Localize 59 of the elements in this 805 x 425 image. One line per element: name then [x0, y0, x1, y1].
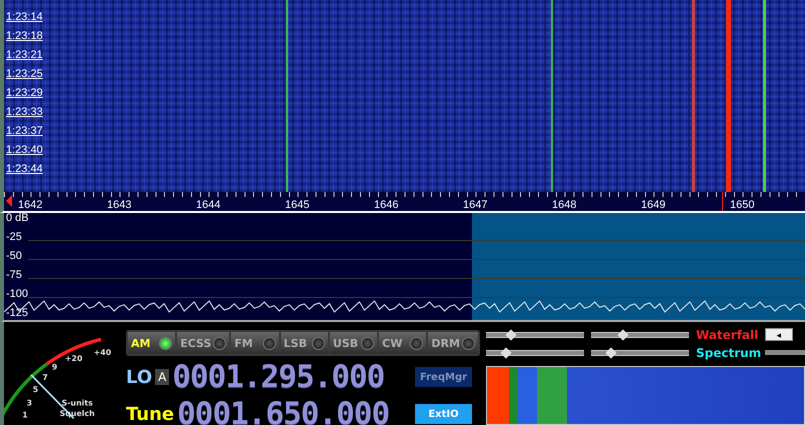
tune-label: Tune	[126, 404, 174, 424]
marker-icon	[6, 195, 12, 207]
slider-thumb[interactable]	[605, 346, 616, 358]
slider-thumb[interactable]	[500, 346, 512, 358]
scale-label: 9	[52, 362, 58, 372]
frequency-label: 1644	[196, 199, 220, 211]
meter-caption: S-units	[62, 398, 93, 408]
scale-label: 5	[32, 385, 38, 394]
mode-button[interactable]: AM	[128, 332, 176, 354]
display-label: Spectrum	[696, 346, 758, 360]
db-label: 0 dB	[6, 212, 30, 225]
time-label: 1:23:21	[6, 48, 43, 62]
vfo-badge: A	[155, 369, 170, 385]
db-label: -125	[6, 307, 30, 320]
db-label: -100	[6, 288, 30, 301]
frequency-label: 1643	[107, 199, 132, 211]
mode-button[interactable]: CW	[379, 332, 426, 354]
time-label: 1:23:44	[6, 162, 43, 176]
db-label: -75	[6, 269, 23, 282]
scale-label: 3	[26, 398, 32, 408]
db-label: -50	[6, 250, 23, 263]
slider-thumb[interactable]	[618, 328, 630, 340]
lo-frequency[interactable]: 0001.295.000	[172, 361, 384, 393]
mode-button[interactable]: FM	[231, 332, 279, 354]
tune-frequency[interactable]: 0001.650.000	[177, 398, 390, 425]
frequency-label: 1649	[641, 199, 666, 211]
time-label: 1:23:40	[6, 143, 43, 157]
scale-label: 7	[42, 373, 48, 382]
time-label: 1:23:18	[6, 29, 43, 43]
slider-thumb[interactable]	[504, 328, 516, 340]
frequency-label: 1647	[463, 199, 488, 211]
freqmgr-button[interactable]: FreqMgr	[415, 367, 472, 387]
frequency-label: 1646	[374, 199, 398, 211]
time-label: 1:23:25	[6, 67, 43, 81]
display-label: Waterfall	[696, 328, 758, 342]
time-label: 1:23:29	[6, 86, 43, 100]
slider-track[interactable]	[486, 328, 584, 340]
mode-button[interactable]: DRM	[428, 332, 478, 354]
slider-track[interactable]	[591, 328, 689, 340]
scale-label: +40	[94, 348, 112, 357]
frequency-label: 1645	[285, 199, 310, 211]
slider-track[interactable]	[765, 350, 805, 355]
scale-label: 1	[22, 410, 28, 420]
scale-label: +20	[65, 354, 82, 363]
frequency-label: 1650	[730, 199, 754, 211]
mode-button[interactable]: LSB	[280, 332, 328, 354]
time-label: 1:23:37	[6, 124, 43, 138]
slider-track[interactable]	[591, 346, 689, 358]
mode-button[interactable]: USB	[330, 332, 378, 354]
frequency-label: 1648	[552, 199, 576, 211]
slider-track[interactable]	[486, 346, 584, 358]
time-label: 1:23:33	[6, 105, 43, 119]
scroll-button[interactable]: ◂	[765, 328, 793, 341]
mode-button[interactable]: ECSS	[177, 332, 230, 354]
time-label: 1:23:14	[6, 10, 43, 24]
frequency-label: 1642	[18, 199, 42, 211]
extio-button[interactable]: ExtIO	[415, 404, 472, 424]
lo-label: LO	[126, 366, 152, 388]
db-label: -25	[6, 231, 23, 244]
